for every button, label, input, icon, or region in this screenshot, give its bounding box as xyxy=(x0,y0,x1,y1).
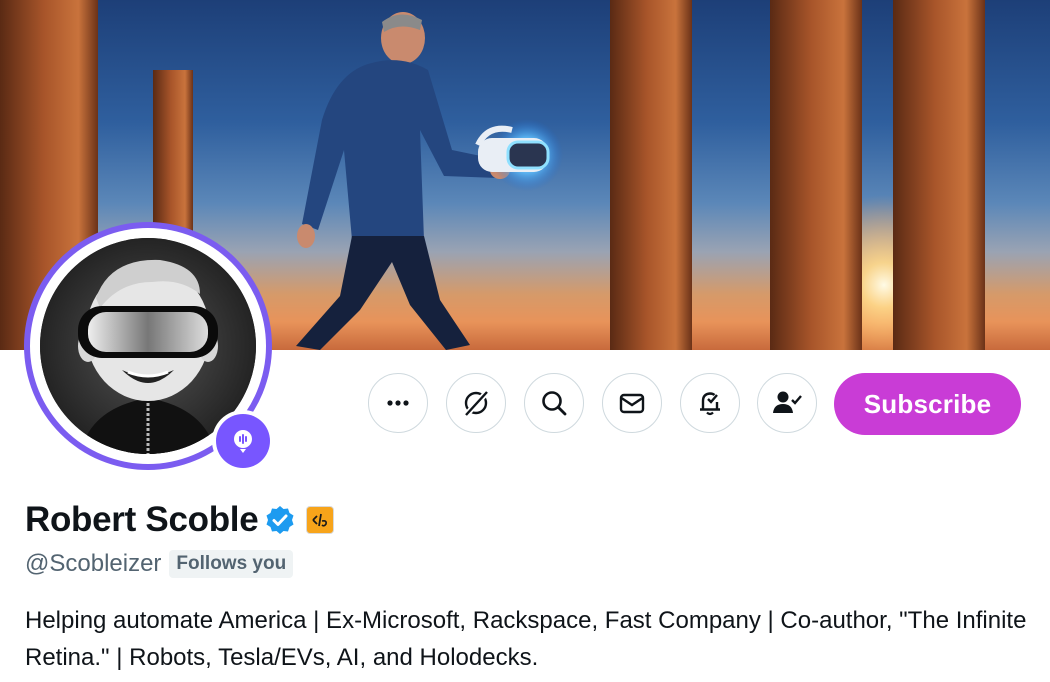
affiliate-logo-icon xyxy=(312,513,328,527)
search-icon xyxy=(542,391,567,416)
profile-bio: Helping automate America | Ex-Microsoft,… xyxy=(25,607,1027,671)
subscribe-button[interactable]: Subscribe xyxy=(834,373,1021,435)
grok-button[interactable] xyxy=(446,373,506,433)
affiliate-badge[interactable] xyxy=(306,506,335,534)
more-icon xyxy=(387,400,409,406)
message-button[interactable] xyxy=(602,373,662,433)
verified-badge-icon[interactable] xyxy=(264,504,296,536)
profile-name: Robert Scoble xyxy=(25,500,259,539)
message-icon xyxy=(619,393,645,414)
profile-name-row: Robert Scoble xyxy=(25,498,335,542)
profile-handle: @Scobleizer xyxy=(25,550,162,577)
person-check-icon xyxy=(773,391,802,413)
notifications-button[interactable] xyxy=(680,373,740,433)
bell-check-icon xyxy=(700,392,720,416)
audio-space-badge[interactable] xyxy=(212,410,274,472)
profile-handle-row: @Scobleizer Follows you xyxy=(25,548,294,580)
more-button[interactable] xyxy=(368,373,428,433)
search-button[interactable] xyxy=(524,373,584,433)
following-button[interactable] xyxy=(757,373,817,433)
spaces-icon xyxy=(234,430,252,453)
grok-icon xyxy=(464,389,490,417)
follows-you-badge: Follows you xyxy=(169,550,294,578)
